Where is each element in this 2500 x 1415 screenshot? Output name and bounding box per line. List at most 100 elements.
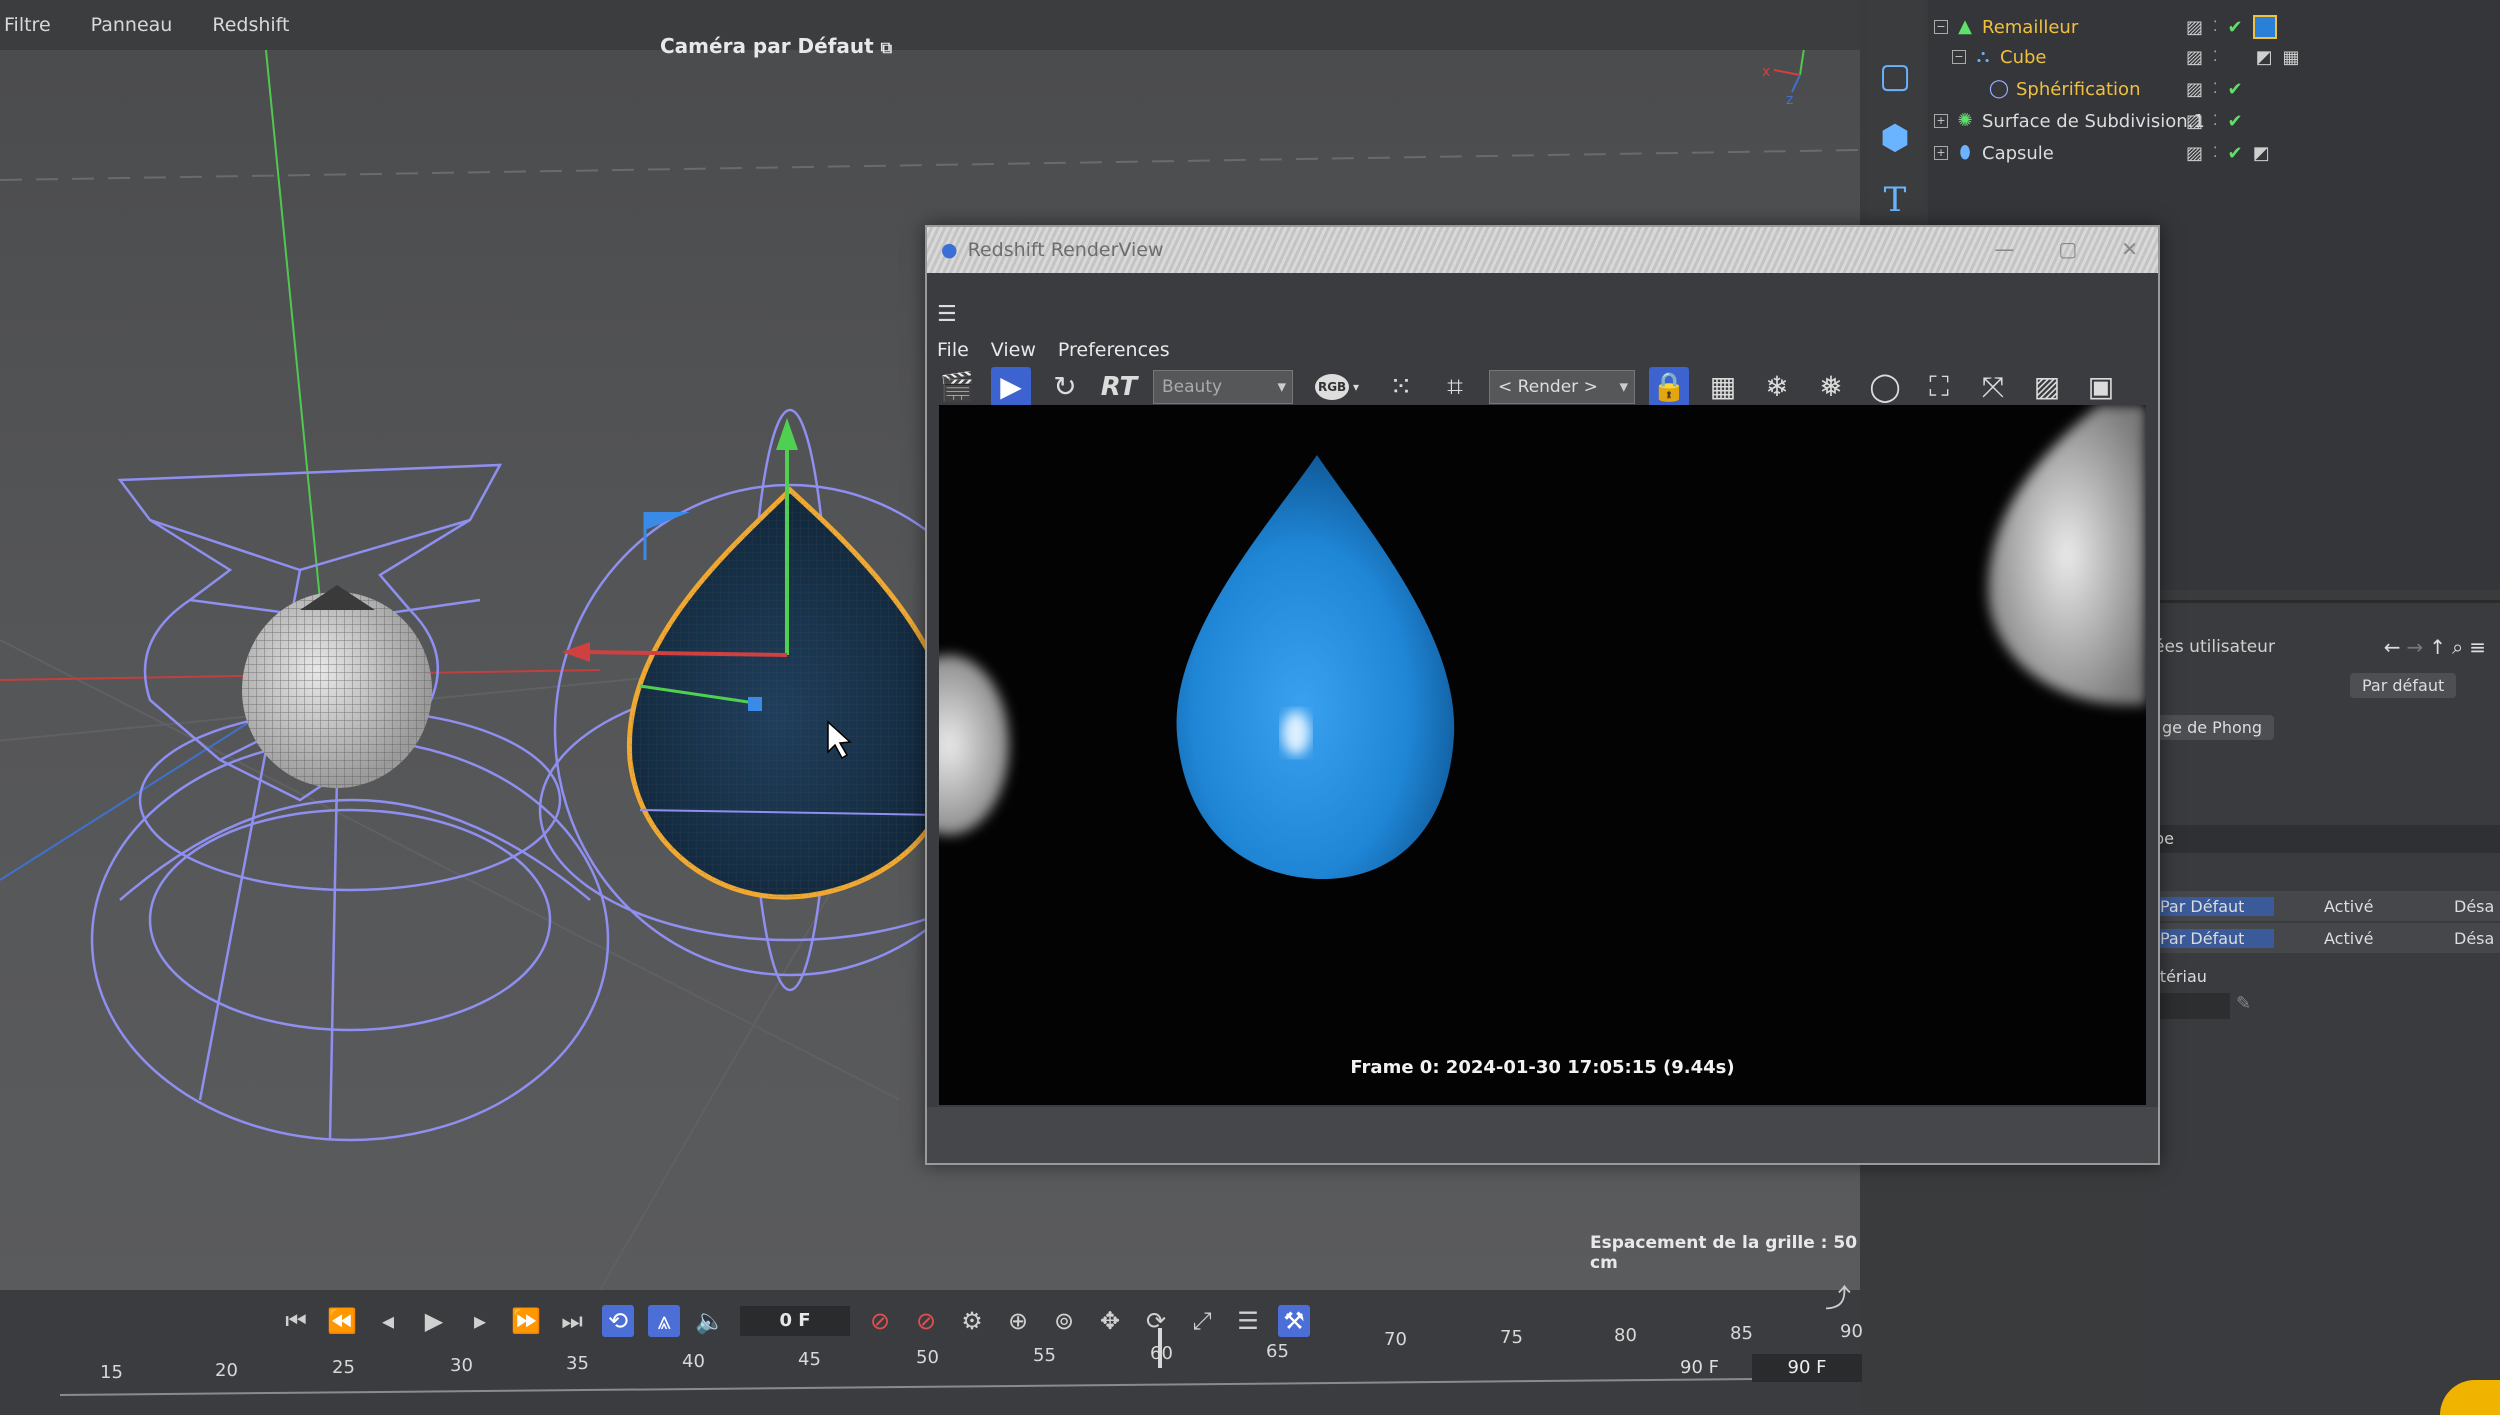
- go-to-end-icon[interactable]: ⏭: [556, 1305, 588, 1337]
- current-frame-field[interactable]: 0 F: [740, 1306, 850, 1336]
- rt-toggle[interactable]: RT: [1099, 367, 1139, 407]
- close-icon[interactable]: ✕: [2121, 237, 2138, 261]
- material-tag-icon[interactable]: ◩: [2255, 47, 2272, 68]
- text-tool-icon[interactable]: T: [1875, 180, 1915, 220]
- renderview-statusbar: [927, 1107, 2158, 1163]
- loop-icon[interactable]: ⟲: [602, 1305, 634, 1337]
- expand-icon[interactable]: +: [1934, 114, 1948, 128]
- go-to-start-icon[interactable]: ⏮: [280, 1305, 312, 1337]
- edit-toggle-icon[interactable]: ▨: [2186, 47, 2203, 68]
- sound-icon[interactable]: 🔈: [694, 1305, 726, 1337]
- lock-icon[interactable]: 🔒: [1649, 367, 1689, 407]
- keyframe-selection-icon[interactable]: ⊕: [1002, 1305, 1034, 1337]
- menu-view[interactable]: View: [991, 339, 1036, 361]
- crop-icon[interactable]: ⌗: [1435, 367, 1475, 407]
- up-arrow-icon[interactable]: ↑: [2429, 635, 2452, 659]
- enabled-check-icon[interactable]: ✔: [2227, 17, 2242, 38]
- collapse-icon[interactable]: −: [1934, 20, 1948, 34]
- material-field[interactable]: [2150, 993, 2230, 1019]
- snowflake-icon[interactable]: ❄: [1757, 367, 1797, 407]
- play-icon[interactable]: ▶: [418, 1305, 450, 1337]
- grid-icon[interactable]: ▦: [1703, 367, 1743, 407]
- checker-tag-icon[interactable]: ▦: [2282, 47, 2299, 68]
- forward-arrow-icon[interactable]: →: [2407, 635, 2430, 659]
- renderview-titlebar[interactable]: ● Redshift RenderView: [927, 227, 2158, 273]
- aov-select[interactable]: Beauty: [1153, 370, 1293, 404]
- auto-key-icon[interactable]: ⊘: [910, 1305, 942, 1337]
- key-param-icon[interactable]: ☰: [1232, 1305, 1264, 1337]
- focus-icon[interactable]: ⛶: [1919, 367, 1959, 407]
- minimize-icon[interactable]: —: [1994, 237, 2014, 261]
- menu-redshift[interactable]: Redshift: [212, 14, 289, 36]
- search-icon[interactable]: ⌕: [2452, 635, 2469, 659]
- menu-icon[interactable]: ≡: [2469, 635, 2492, 659]
- attribute-row[interactable]: Par Défaut Activé Désa: [2150, 891, 2500, 921]
- enabled-check-icon[interactable]: ✔: [2227, 111, 2242, 132]
- start-render-icon[interactable]: ▶: [991, 367, 1031, 407]
- collapse-icon[interactable]: −: [1952, 50, 1966, 64]
- playhead[interactable]: [1158, 1328, 1162, 1368]
- prev-frame-icon[interactable]: ◂: [372, 1305, 404, 1337]
- attribute-row[interactable]: Par Défaut Activé Désa: [2150, 923, 2500, 953]
- fit-frame-icon[interactable]: ⤧: [1973, 367, 2013, 407]
- render-canvas[interactable]: Frame 0: 2024-01-30 17:05:15 (9.44s): [939, 405, 2146, 1105]
- playback-mode-icon[interactable]: ⩓: [648, 1305, 680, 1337]
- snapshot-icon[interactable]: ▣: [2081, 367, 2121, 407]
- cube-icon[interactable]: ⬢: [1875, 118, 1915, 158]
- key-rotation-icon[interactable]: ⟳: [1140, 1305, 1172, 1337]
- material-tag-icon[interactable]: ◩: [2253, 143, 2270, 164]
- visibility-dots-icon[interactable]: ⁚: [2213, 81, 2217, 97]
- edit-toggle-icon[interactable]: ▨: [2186, 79, 2203, 100]
- end-frame-field[interactable]: 90 F: [1752, 1354, 1862, 1382]
- object-row-remailleur[interactable]: − ▲ Remailleur ▨ ⁚ ✔: [1934, 12, 2500, 42]
- camera-label[interactable]: Caméra par Défaut ⧉: [660, 34, 892, 58]
- compare-icon[interactable]: ▨: [2027, 367, 2067, 407]
- edit-toggle-icon[interactable]: ▨: [2186, 111, 2203, 132]
- key-pla-icon[interactable]: ⚒: [1278, 1305, 1310, 1337]
- enabled-check-icon[interactable]: ✔: [2227, 79, 2242, 100]
- record-keys-icon[interactable]: ⊘: [864, 1305, 896, 1337]
- menu-filtre[interactable]: Filtre: [4, 14, 51, 36]
- edit-toggle-icon[interactable]: ▨: [2186, 143, 2203, 164]
- clapperboard-icon[interactable]: 🎬: [937, 367, 977, 407]
- rgb-channel-toggle[interactable]: RGB ▾: [1307, 367, 1367, 407]
- snowflake-alt-icon[interactable]: ❅: [1811, 367, 1851, 407]
- refresh-icon[interactable]: ↻: [1045, 367, 1085, 407]
- y-axis-line: [264, 39, 321, 601]
- object-row-spherification[interactable]: ◯ Sphérification ▨ ⁚ ✔: [1988, 74, 2500, 104]
- visibility-dots-icon[interactable]: ⁚: [2213, 113, 2217, 129]
- back-arrow-icon[interactable]: ←: [2384, 635, 2407, 659]
- prev-keyframe-icon[interactable]: ⏪: [326, 1305, 358, 1337]
- menu-file[interactable]: File: [937, 339, 969, 361]
- visibility-dots-icon[interactable]: ⁚: [2213, 49, 2217, 65]
- timeline-ruler[interactable]: [60, 1350, 1860, 1400]
- edit-pencil-icon[interactable]: ✎: [2236, 993, 2251, 1014]
- next-frame-icon[interactable]: ▸: [464, 1305, 496, 1337]
- enabled-check-icon[interactable]: ✔: [2227, 143, 2242, 164]
- visibility-dots-icon[interactable]: ⁚: [2213, 145, 2217, 161]
- key-scale-icon[interactable]: ⤢: [1186, 1305, 1218, 1337]
- phong-tag-button[interactable]: ge de Phong: [2150, 715, 2275, 740]
- hamburger-menu-icon[interactable]: ☰: [937, 302, 957, 327]
- render-target-select[interactable]: < Render >: [1489, 370, 1635, 404]
- preset-dropdown[interactable]: Par défaut: [2350, 673, 2457, 698]
- key-mode-icon[interactable]: ⊚: [1048, 1305, 1080, 1337]
- menu-panneau[interactable]: Panneau: [91, 14, 173, 36]
- object-row-subdivision[interactable]: + ✺ Surface de Subdivision.1 ▨ ⁚ ✔: [1934, 106, 2500, 136]
- expand-icon[interactable]: +: [1934, 146, 1948, 160]
- keyframe-settings-icon[interactable]: ⚙: [956, 1305, 988, 1337]
- maximize-icon[interactable]: ▢: [2058, 237, 2077, 261]
- edit-toggle-icon[interactable]: ▨: [2186, 17, 2203, 38]
- cube-outline-icon[interactable]: ▢: [1875, 56, 1915, 96]
- graph-toggle-icon[interactable]: ⤴: [1820, 1278, 1856, 1314]
- visibility-dots-icon[interactable]: ⁚: [2213, 19, 2217, 35]
- key-position-icon[interactable]: ✥: [1094, 1305, 1126, 1337]
- menu-preferences[interactable]: Preferences: [1058, 339, 1170, 361]
- circle-icon[interactable]: ◯: [1865, 367, 1905, 407]
- tag-icon[interactable]: [2252, 15, 2277, 39]
- dots-grid-icon[interactable]: ⁙: [1381, 367, 1421, 407]
- object-row-cube[interactable]: − ⛬ Cube ▨ ⁚ ◩ ▦: [1952, 42, 2500, 72]
- next-keyframe-icon[interactable]: ⏩: [510, 1305, 542, 1337]
- spherified-cube-mesh: [242, 585, 432, 788]
- object-row-capsule[interactable]: + ⬮ Capsule ▨ ⁚ ✔ ◩: [1934, 138, 2500, 168]
